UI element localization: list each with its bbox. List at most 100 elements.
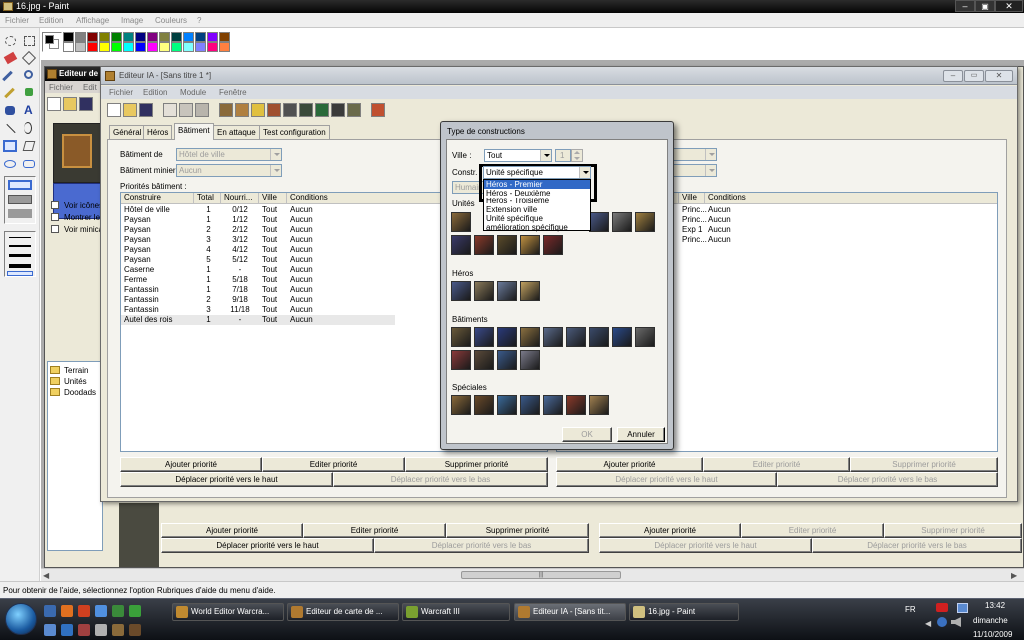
palette-color-swatch[interactable]	[87, 32, 98, 42]
paint-minimize-button[interactable]: –	[955, 0, 975, 12]
special-icon[interactable]	[566, 395, 586, 415]
bg-move-up-button-2[interactable]: Déplacer priorité vers le haut	[599, 538, 812, 553]
open-folder-icon[interactable]	[63, 97, 77, 111]
unit-icon[interactable]	[520, 235, 540, 255]
line-width-5[interactable]	[7, 271, 33, 276]
building-icon[interactable]	[497, 350, 517, 370]
task-warcraft-iii[interactable]: Warcraft III	[402, 603, 510, 621]
table-row[interactable]: Caserne 1 - Tout Aucun	[121, 265, 395, 275]
table-row[interactable]: Paysan 3 3/12 Tout Aucun	[121, 235, 395, 245]
palette-color-swatch[interactable]	[195, 42, 206, 52]
bg-move-down-button[interactable]: Déplacer priorité vers le bas	[374, 538, 589, 553]
editeur-bg-checkbox-3[interactable]	[51, 225, 59, 233]
paint-menu-fichier[interactable]: Fichier	[5, 16, 29, 25]
save-icon[interactable]	[79, 97, 93, 111]
palette-color-swatch[interactable]	[75, 32, 86, 42]
quick-launch-icon[interactable]	[129, 624, 141, 636]
add-priority-button[interactable]: Ajouter priorité	[120, 457, 262, 472]
import-tool-icon[interactable]	[371, 103, 385, 117]
palette-color-swatch[interactable]	[171, 42, 182, 52]
col-right-ville[interactable]: Ville	[679, 193, 705, 204]
delete-priority-button-right[interactable]: Supprimer priorité	[850, 457, 998, 472]
dropdown-option-extension-ville[interactable]: Extension ville	[484, 205, 590, 214]
free-select-tool-icon[interactable]	[5, 36, 16, 46]
fill-style-filled-outline-option[interactable]	[8, 195, 32, 204]
editeur-bg-menu-edit[interactable]: Edit	[83, 83, 97, 92]
picker-tool-icon[interactable]	[2, 70, 13, 82]
quick-launch-icon[interactable]	[112, 605, 124, 617]
palette-color-swatch[interactable]	[219, 32, 230, 42]
palette-color-swatch[interactable]	[63, 42, 74, 52]
table-row[interactable]: Hôtel de ville 1 0/12 Tout Aucun	[121, 205, 395, 215]
scroll-right-arrow-icon[interactable]: ▶	[1011, 571, 1017, 580]
building-icon[interactable]	[612, 327, 632, 347]
quick-launch-icon[interactable]	[44, 605, 56, 617]
editeur-bg-checkbox-2[interactable]	[51, 213, 59, 221]
tree-item-unites[interactable]: Unités	[64, 377, 87, 386]
volume-tray-icon[interactable]	[951, 617, 961, 627]
move-up-button[interactable]: Déplacer priorité vers le haut	[120, 472, 333, 487]
building-icon[interactable]	[543, 327, 563, 347]
table-row[interactable]: Paysan 5 5/12 Tout Aucun	[121, 255, 395, 265]
palette-color-swatch[interactable]	[183, 42, 194, 52]
special-icon[interactable]	[520, 395, 540, 415]
task-world-editor[interactable]: World Editor Warcra...	[172, 603, 284, 621]
camera-tool-icon[interactable]	[299, 103, 313, 117]
fill-style-outline-option[interactable]	[8, 180, 32, 190]
bg-add-priority-button[interactable]: Ajouter priorité	[161, 523, 303, 538]
special-icon[interactable]	[474, 395, 494, 415]
magnifier-tool-icon[interactable]	[24, 70, 33, 79]
table-row[interactable]: Fantassin 3 11/18 Tout Aucun	[121, 305, 395, 315]
menu-edition[interactable]: Edition	[143, 88, 167, 97]
paint-menu-help[interactable]: ?	[197, 16, 201, 25]
col-ville[interactable]: Ville	[259, 193, 287, 204]
special-icon[interactable]	[543, 395, 563, 415]
copy-icon[interactable]	[179, 103, 193, 117]
ok-button[interactable]: OK	[562, 427, 612, 442]
task-paint[interactable]: 16.jpg - Paint	[629, 603, 739, 621]
palette-color-swatch[interactable]	[99, 32, 110, 42]
language-indicator[interactable]: FR	[905, 605, 916, 614]
quick-launch-icon[interactable]	[95, 605, 107, 617]
hero-icon[interactable]	[497, 281, 517, 301]
move-down-button-right[interactable]: Déplacer priorité vers le bas	[777, 472, 998, 487]
col-nourri[interactable]: Nourri...	[221, 193, 259, 204]
paint-menu-image[interactable]: Image	[121, 16, 143, 25]
table-row[interactable]: Paysan 4 4/12 Tout Aucun	[121, 245, 395, 255]
trigger-tool-icon[interactable]	[315, 103, 329, 117]
airbrush-tool-icon[interactable]	[5, 106, 15, 115]
clock-time[interactable]: 13:42	[985, 601, 1005, 610]
hero-icon[interactable]	[451, 281, 471, 301]
quick-launch-icon[interactable]	[61, 605, 73, 617]
building-icon[interactable]	[566, 327, 586, 347]
palette-color-swatch[interactable]	[219, 42, 230, 52]
curve-tool-icon[interactable]	[24, 122, 32, 134]
special-icon[interactable]	[451, 395, 471, 415]
palette-color-swatch[interactable]	[159, 42, 170, 52]
terrain-tool-icon[interactable]	[219, 103, 233, 117]
object-tool-icon[interactable]	[347, 103, 361, 117]
paste-icon[interactable]	[195, 103, 209, 117]
palette-color-swatch[interactable]	[207, 42, 218, 52]
paint-horizontal-scrollbar[interactable]: ◀ ||| ▶	[41, 568, 1024, 581]
scroll-left-arrow-icon[interactable]: ◀	[43, 571, 49, 580]
menu-module[interactable]: Module	[180, 88, 206, 97]
hero-icon[interactable]	[520, 281, 540, 301]
editeur-ia-minimize-button[interactable]: –	[943, 70, 963, 82]
dropdown-option-amelioration-specifique[interactable]: amélioration spécifique	[484, 223, 590, 232]
building-icon[interactable]	[451, 327, 471, 347]
task-editeur-carte[interactable]: Editeur de carte de ...	[287, 603, 399, 621]
unit-icon[interactable]	[451, 235, 471, 255]
dropdown-option-heros-deuxieme[interactable]: Héros - Deuxième	[484, 189, 590, 198]
cut-icon[interactable]	[163, 103, 177, 117]
region-tool-icon[interactable]	[283, 103, 297, 117]
bg-delete-priority-button[interactable]: Supprimer priorité	[446, 523, 589, 538]
annuler-button[interactable]: Annuler	[617, 427, 665, 442]
palette-color-swatch[interactable]	[123, 42, 134, 52]
palette-color-swatch[interactable]	[75, 42, 86, 52]
quick-launch-icon[interactable]	[61, 624, 73, 636]
line-width-1[interactable]	[9, 237, 31, 238]
move-down-button[interactable]: Déplacer priorité vers le bas	[333, 472, 548, 487]
quick-launch-icon[interactable]	[129, 605, 141, 617]
building-icon[interactable]	[589, 327, 609, 347]
